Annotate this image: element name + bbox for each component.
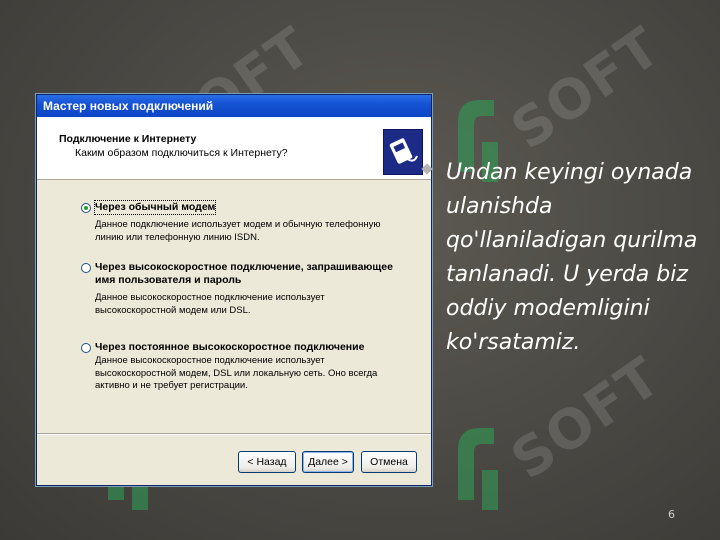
- network-phone-icon: [383, 129, 423, 175]
- option-label[interactable]: Через высокоскоростное подключение, запр…: [95, 261, 395, 287]
- option-description: Данное подключение использует модем и об…: [95, 219, 381, 243]
- page-number: 6: [668, 508, 675, 521]
- connection-options: Через обычный модем Данное подключение и…: [37, 180, 431, 420]
- dialog-title: Мастер новых подключений: [37, 95, 431, 117]
- option-description: Данное высокоскоростное подключение испо…: [95, 355, 378, 391]
- wizard-header-title: Подключение к Интернету: [59, 133, 197, 145]
- option-label[interactable]: Через постоянное высокоскоростное подклю…: [95, 341, 395, 354]
- radio-dialup-modem[interactable]: [81, 203, 91, 213]
- option-description: Данное высокоскоростное подключение испо…: [95, 292, 325, 316]
- slide-body-text: Undan keyingi oynada ulanishda qo'llanil…: [446, 160, 698, 355]
- radio-broadband-login[interactable]: [81, 263, 91, 273]
- next-button[interactable]: Далее >: [302, 451, 354, 473]
- new-connection-wizard-dialog: Мастер новых подключений Подключение к И…: [36, 94, 432, 486]
- radio-always-on-broadband[interactable]: [81, 343, 91, 353]
- option-label[interactable]: Через обычный модем: [93, 200, 217, 215]
- watermark-text: SOFT: [500, 14, 673, 162]
- watermark-text: SOFT: [500, 344, 673, 492]
- wizard-header-subtitle: Каким образом подключиться к Интернету?: [75, 147, 288, 159]
- back-button[interactable]: < Назад: [238, 451, 296, 473]
- footer-divider: [37, 433, 431, 435]
- cancel-button[interactable]: Отмена: [361, 451, 417, 473]
- wizard-header: Подключение к Интернету Каким образом по…: [37, 117, 431, 180]
- watermark-logo-icon: [458, 428, 498, 510]
